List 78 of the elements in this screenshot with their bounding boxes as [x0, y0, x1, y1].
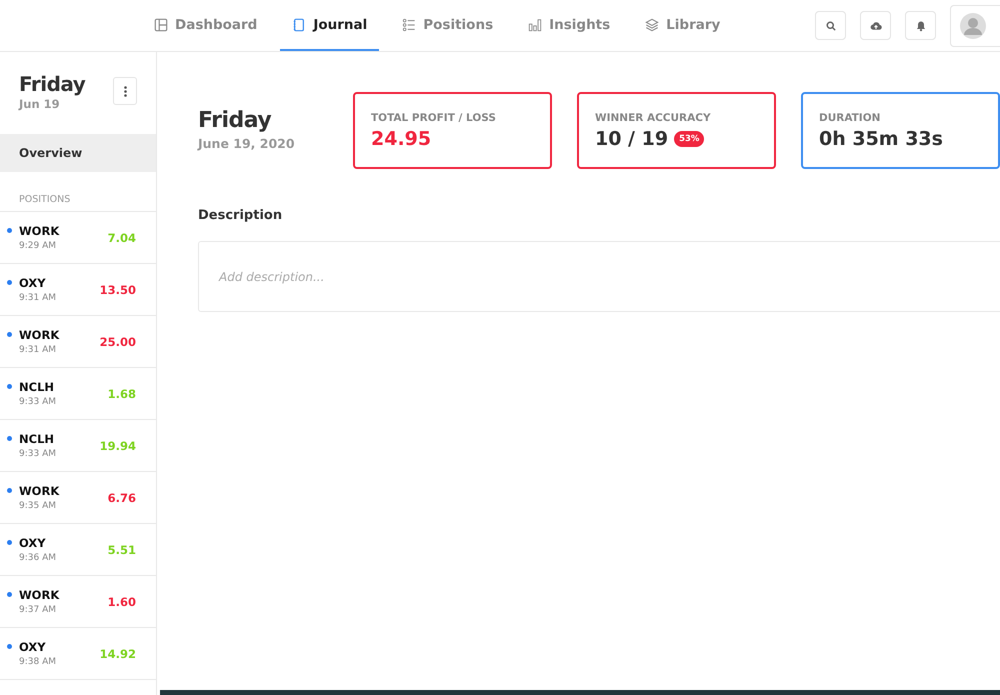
position-pnl: 1.60 — [108, 594, 136, 608]
status-dot — [7, 332, 12, 337]
position-time: 9:37 AM — [19, 605, 57, 615]
status-dot — [7, 644, 12, 649]
position-time: 9:38 AM — [19, 657, 56, 667]
position-row[interactable]: NCLH 9:33 AM 1.68 — [0, 368, 156, 420]
position-time: 9:35 AM — [19, 501, 57, 511]
position-pnl: 7.04 — [108, 230, 136, 244]
search-icon — [824, 20, 836, 32]
position-time: 9:31 AM — [19, 293, 56, 303]
section-label: POSITIONS — [0, 172, 156, 212]
nav-tab[interactable]: Library — [633, 0, 732, 51]
position-pnl: 13.50 — [100, 282, 136, 296]
search-button[interactable] — [815, 11, 846, 40]
position-time: 9:31 AM — [19, 345, 57, 355]
position-symbol: OXY — [19, 276, 47, 290]
status-dot — [7, 280, 12, 285]
sidebar-date: Jun 19 — [19, 97, 61, 111]
position-row[interactable]: OXY 9:38 AM 14.92 — [0, 628, 156, 680]
position-time: 9:36 AM — [19, 553, 56, 563]
position-symbol: NCLH — [19, 380, 56, 394]
position-pnl: 5.51 — [108, 542, 136, 556]
section-heading: Description — [198, 208, 284, 223]
status-dot — [7, 540, 12, 545]
status-dot — [7, 488, 12, 493]
stat-value: 24.95 — [371, 128, 432, 150]
stat-value: 10 / 19 — [595, 128, 668, 150]
position-row[interactable]: WORK 9:31 AM 25.00 — [0, 316, 156, 368]
page-date: June 19, 2020 — [198, 136, 296, 151]
percent-badge: 53% — [674, 131, 704, 147]
position-pnl: 6.76 — [108, 490, 136, 504]
position-pnl: 19.94 — [100, 438, 136, 452]
nav-tab[interactable]: Insights — [516, 0, 622, 51]
position-row[interactable]: OXY 9:31 AM 13.50 — [0, 264, 156, 316]
position-time: 9:29 AM — [19, 241, 57, 251]
position-pnl: 1.68 — [108, 386, 136, 400]
nav-tab[interactable]: Positions — [390, 0, 506, 51]
stat-label: WINNER ACCURACY — [595, 112, 712, 124]
stat-value: 0h 35m 33s — [819, 128, 943, 150]
scrollbar[interactable] — [160, 690, 1000, 695]
position-symbol: WORK — [19, 328, 60, 342]
bar-chart-icon — [528, 18, 542, 32]
position-row[interactable]: WORK 9:29 AM 7.04 — [0, 212, 156, 264]
status-dot — [7, 436, 12, 441]
upload-button[interactable] — [860, 11, 891, 40]
position-pnl: 14.92 — [100, 646, 136, 660]
position-row[interactable]: WORK 9:35 AM 6.76 — [0, 472, 156, 524]
list-icon — [402, 18, 416, 32]
position-row[interactable]: NCLH 9:33 AM 19.94 — [0, 420, 156, 472]
layout-icon — [154, 18, 168, 32]
page-title: Friday — [198, 108, 272, 133]
position-symbol: OXY — [19, 536, 47, 550]
nav-tab[interactable]: Journal — [280, 0, 380, 51]
position-row[interactable]: OXY 9:36 AM 5.51 — [0, 524, 156, 576]
stat-label: TOTAL PROFIT / LOSS — [371, 112, 497, 124]
position-time: 9:33 AM — [19, 397, 56, 407]
notifications-button[interactable] — [905, 11, 936, 40]
position-symbol: WORK — [19, 224, 60, 238]
status-dot — [7, 228, 12, 233]
position-symbol: OXY — [19, 640, 47, 654]
notebook-icon — [292, 18, 306, 32]
cloud-upload-icon — [870, 20, 882, 32]
layers-icon — [645, 18, 660, 32]
position-symbol: WORK — [19, 588, 60, 602]
nav-tab[interactable]: Dashboard — [142, 0, 270, 51]
sidebar-title: Friday — [19, 72, 86, 96]
sidebar-item[interactable]: Overview — [0, 134, 156, 172]
more-icon — [124, 86, 126, 96]
status-dot — [7, 592, 12, 597]
position-row[interactable]: WORK 9:37 AM 1.60 — [0, 576, 156, 628]
stat-label: DURATION — [819, 112, 882, 124]
status-dot — [7, 384, 12, 389]
avatar-icon — [960, 12, 986, 38]
position-symbol: WORK — [19, 484, 60, 498]
bell-icon — [914, 20, 926, 32]
position-pnl: 25.00 — [100, 334, 136, 348]
position-time: 9:33 AM — [19, 449, 56, 459]
position-symbol: NCLH — [19, 432, 56, 446]
